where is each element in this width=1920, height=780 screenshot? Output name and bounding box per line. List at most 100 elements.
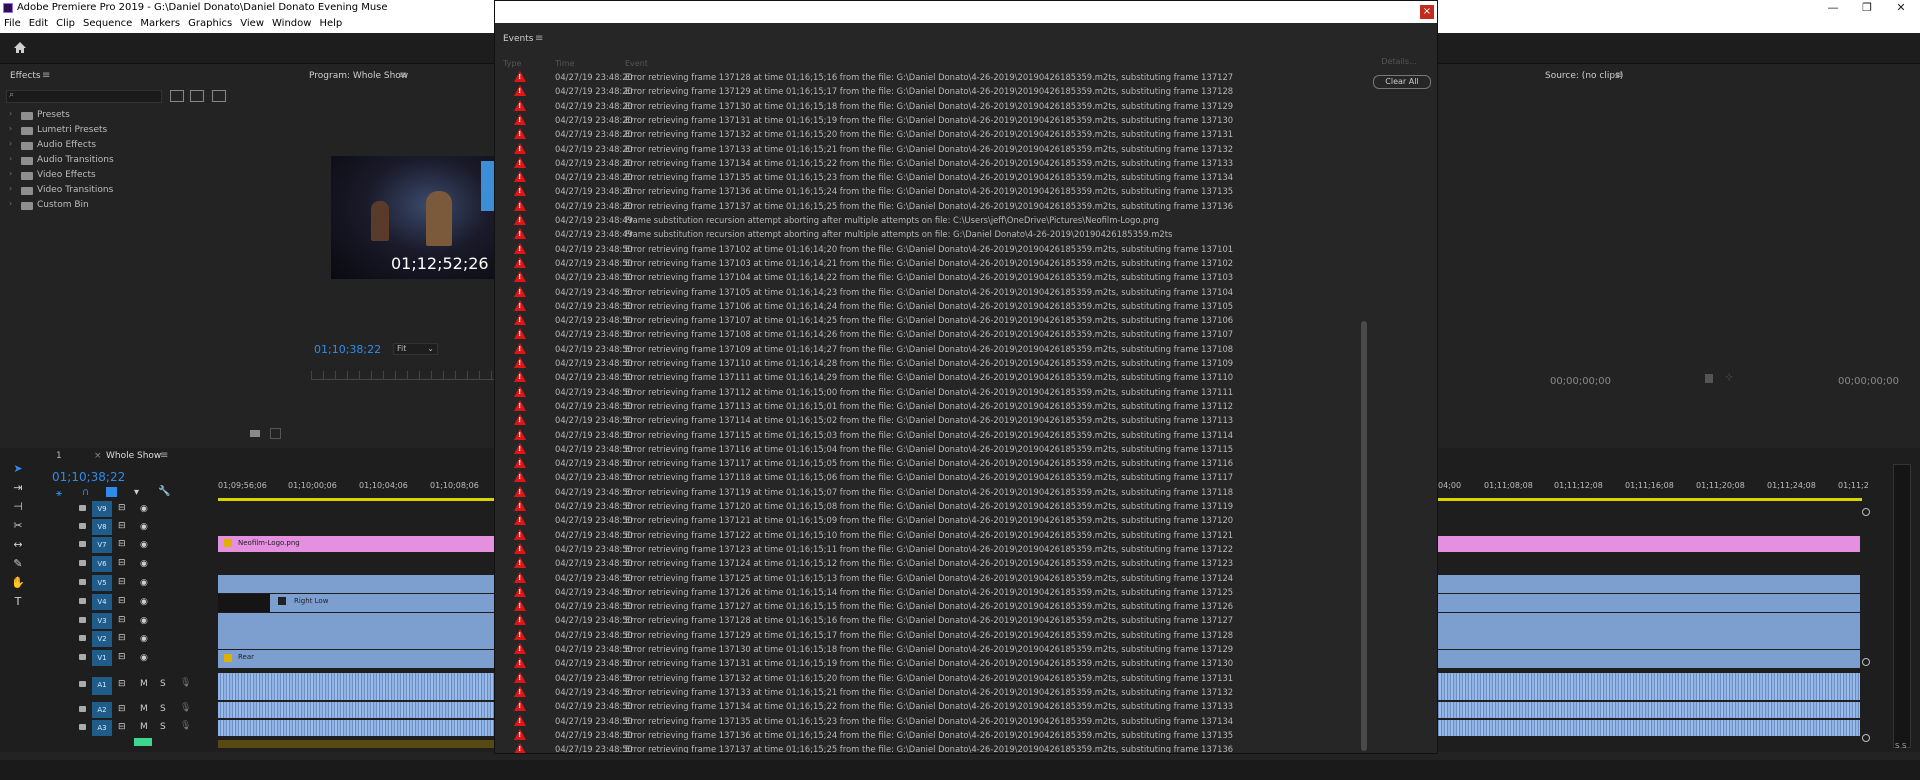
event-row[interactable]: 04/27/19 23:48:50Error retrieving frame … [503, 728, 1365, 742]
panel-menu-icon[interactable]: ≡ [535, 33, 543, 44]
selection-tool-icon[interactable]: ➤ [9, 462, 27, 478]
hand-tool-icon[interactable]: ✋ [9, 576, 27, 592]
audio-clip-a2-right[interactable] [1436, 702, 1860, 718]
32bit-effects-icon[interactable] [190, 90, 204, 102]
program-playhead-timecode[interactable]: 01;10;38;22 [314, 343, 381, 356]
col-header-type[interactable]: Type [503, 59, 521, 68]
track-target-v4[interactable]: V4 [92, 594, 112, 610]
settings-icon[interactable]: ⊹ [1725, 372, 1733, 383]
eye-icon[interactable]: ◉ [140, 578, 148, 588]
event-row[interactable]: 04/27/19 23:48:50Error retrieving frame … [503, 671, 1365, 685]
effects-item-audio-effects[interactable]: › Audio Effects [0, 139, 300, 154]
event-row[interactable]: 04/27/19 23:48:50Error retrieving frame … [503, 613, 1365, 627]
mute-button[interactable]: M [140, 679, 148, 689]
accelerated-effects-icon[interactable] [170, 90, 184, 102]
event-row[interactable]: 04/27/19 23:48:50Error retrieving frame … [503, 428, 1365, 442]
event-row[interactable]: 04/27/19 23:48:20Error retrieving frame … [503, 184, 1365, 198]
event-row[interactable]: 04/27/19 23:48:49Frame substitution recu… [503, 213, 1365, 227]
audio-clip-a3-right[interactable] [1436, 720, 1860, 736]
menu-clip[interactable]: Clip [52, 16, 79, 29]
event-row[interactable]: 04/27/19 23:48:50Error retrieving frame … [503, 470, 1365, 484]
track-target-v3[interactable]: V3 [92, 613, 112, 629]
eye-icon[interactable]: ◉ [140, 653, 148, 663]
clip-v4-dark[interactable] [218, 594, 270, 612]
source-timecode-out[interactable]: 00;00;00;00 [1838, 376, 1899, 387]
source-fit-icon[interactable] [1705, 374, 1713, 383]
work-area-bar[interactable] [1436, 498, 1862, 501]
event-row[interactable]: 04/27/19 23:48:50Error retrieving frame … [503, 628, 1365, 642]
vertical-zoom-handle[interactable] [1862, 658, 1870, 666]
voiceover-mic-icon[interactable]: 🎙 [180, 678, 191, 688]
event-row[interactable]: 04/27/19 23:48:50Error retrieving frame … [503, 270, 1365, 284]
effects-search-input[interactable]: ⌕ [6, 90, 162, 103]
pen-tool-icon[interactable]: ✎ [9, 557, 27, 573]
effects-item-lumetri-presets[interactable]: › Lumetri Presets [0, 124, 300, 139]
lock-icon[interactable] [79, 724, 86, 730]
menu-edit[interactable]: Edit [25, 16, 52, 29]
track-target-v9[interactable]: V9 [92, 501, 112, 517]
event-row[interactable]: 04/27/19 23:48:50Error retrieving frame … [503, 699, 1365, 713]
wrench-icon[interactable]: 🔧 [158, 486, 170, 497]
slip-tool-icon[interactable]: ↔ [9, 538, 27, 554]
expand-arrow-icon[interactable]: › [9, 124, 12, 133]
event-row[interactable]: 04/27/19 23:48:50Error retrieving frame … [503, 585, 1365, 599]
clip-v3-right[interactable] [1436, 613, 1860, 631]
sync-lock-icon[interactable]: ⊟ [118, 577, 126, 587]
audio-clip-a1-right[interactable] [1436, 673, 1860, 700]
panel-menu-icon[interactable]: ≡ [1615, 70, 1623, 81]
col-header-event[interactable]: Event [625, 59, 648, 68]
event-row[interactable]: 04/27/19 23:48:50Error retrieving frame … [503, 285, 1365, 299]
eye-icon[interactable]: ◉ [140, 616, 148, 626]
event-row[interactable]: 04/27/19 23:48:50Error retrieving frame … [503, 242, 1365, 256]
linked-selection-icon[interactable] [106, 487, 117, 497]
expand-arrow-icon[interactable]: › [9, 184, 12, 193]
expand-arrow-icon[interactable]: › [9, 169, 12, 178]
menu-view[interactable]: View [236, 16, 268, 29]
track-target-a1[interactable]: A1 [92, 677, 112, 695]
audio-clip-a3[interactable] [218, 720, 494, 736]
timeline-timecode[interactable]: 01;10;38;22 [52, 470, 125, 484]
effects-item-video-transitions[interactable]: › Video Transitions [0, 184, 300, 199]
clip-v4-right[interactable] [1436, 594, 1860, 612]
event-row[interactable]: 04/27/19 23:48:50Error retrieving frame … [503, 685, 1365, 699]
panel-menu-icon[interactable]: ≡ [42, 70, 50, 81]
details-button[interactable]: Details... [1373, 57, 1425, 69]
menu-markers[interactable]: Markers [136, 16, 184, 29]
clip-v2[interactable] [218, 631, 494, 649]
clip-v1-right[interactable] [1436, 650, 1860, 668]
event-row[interactable]: 04/27/19 23:48:50Error retrieving frame … [503, 456, 1365, 470]
solo-button[interactable]: S [160, 679, 166, 689]
eye-icon[interactable]: ◉ [140, 597, 148, 607]
event-row[interactable]: 04/27/19 23:48:50Error retrieving frame … [503, 599, 1365, 613]
event-row[interactable]: 04/27/19 23:48:50Error retrieving frame … [503, 256, 1365, 270]
meter-solo-right[interactable]: S [1902, 742, 1906, 750]
minimize-button[interactable]: — [1817, 0, 1849, 16]
track-select-tool-icon[interactable]: ⇥ [9, 481, 27, 497]
home-icon[interactable] [13, 41, 27, 54]
track-target-a3[interactable]: A3 [92, 720, 112, 736]
expand-arrow-icon[interactable]: › [9, 199, 12, 208]
lock-icon[interactable] [79, 706, 86, 712]
eye-icon[interactable]: ◉ [140, 634, 148, 644]
col-header-time[interactable]: Time [555, 59, 575, 68]
clip-neofilm-logo[interactable]: Neofilm-Logo.png [218, 536, 494, 552]
event-row[interactable]: 04/27/19 23:48:50Error retrieving frame … [503, 714, 1365, 728]
event-row[interactable]: 04/27/19 23:48:50Error retrieving frame … [503, 528, 1365, 542]
sync-lock-icon[interactable]: ⊟ [118, 722, 126, 732]
eye-icon[interactable]: ◉ [140, 559, 148, 569]
event-row[interactable]: 04/27/19 23:48:20Error retrieving frame … [503, 113, 1365, 127]
sync-lock-icon[interactable]: ⊟ [118, 652, 126, 662]
event-row[interactable]: 04/27/19 23:48:50Error retrieving frame … [503, 299, 1365, 313]
expand-arrow-icon[interactable]: › [9, 154, 12, 163]
event-row[interactable]: 04/27/19 23:48:50Error retrieving frame … [503, 499, 1365, 513]
work-area-bar[interactable] [218, 498, 494, 501]
solo-button[interactable]: S [160, 722, 166, 732]
menu-graphics[interactable]: Graphics [184, 16, 236, 29]
event-row[interactable]: 04/27/19 23:48:20Error retrieving frame … [503, 156, 1365, 170]
sync-lock-icon[interactable]: ⊟ [118, 704, 126, 714]
lock-icon[interactable] [79, 523, 86, 529]
track-target-v2[interactable]: V2 [92, 631, 112, 647]
event-row[interactable]: 04/27/19 23:48:50Error retrieving frame … [503, 313, 1365, 327]
menu-file[interactable]: File [0, 16, 25, 29]
lock-icon[interactable] [79, 654, 86, 660]
